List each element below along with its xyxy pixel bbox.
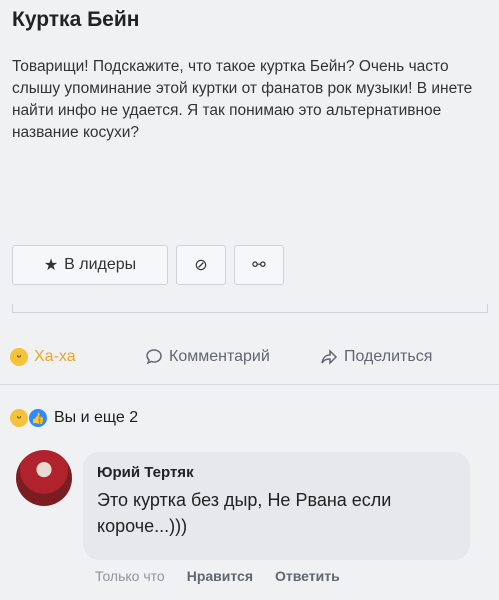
like-emoji-icon: 👍 [28, 408, 48, 428]
separator [0, 384, 499, 385]
reactions-bar: ᵕ Ха-ха Комментарий Поделиться [0, 340, 499, 374]
post-title: Куртка Бейн [12, 8, 140, 31]
star-icon: ★ [43, 257, 59, 274]
reply-button[interactable]: Ответить [275, 568, 340, 584]
comment-label: Комментарий [169, 348, 270, 365]
share-button[interactable]: Поделиться [320, 348, 432, 366]
comment-actions: Только что Нравится Ответить [95, 568, 340, 584]
comment-author[interactable]: Юрий Тертяк [97, 464, 456, 481]
comment-icon [146, 349, 162, 365]
leaders-label: В лидеры [64, 256, 137, 273]
post-actions: ★ В лидеры ⊘ ⚯ [12, 245, 284, 285]
block-button[interactable]: ⊘ [176, 245, 226, 285]
block-icon: ⊘ [194, 257, 208, 274]
reaction-summary-text: Вы и еще 2 [54, 409, 139, 426]
reaction-summary[interactable]: ᵕ 👍 Вы и еще 2 [10, 408, 138, 428]
comment-button[interactable]: Комментарий [145, 348, 270, 366]
comment-bubble: Юрий Тертяк Это куртка без дыр, Не Рвана… [83, 452, 470, 560]
comment-time: Только что [95, 568, 165, 584]
share-icon: ⚯ [252, 257, 266, 274]
avatar[interactable] [16, 450, 72, 506]
haha-emoji-icon: ᵕ [10, 409, 28, 427]
post-body: Товарищи! Подскажите, что такое куртка Б… [12, 58, 473, 141]
comment-text: Это куртка без дыр, Не Рвана если короче… [97, 490, 392, 536]
leaders-button[interactable]: ★ В лидеры [12, 245, 168, 285]
share-post-button[interactable]: ⚯ [234, 245, 284, 285]
haha-button[interactable]: ᵕ Ха-ха [10, 348, 76, 366]
haha-label: Ха-ха [34, 348, 76, 365]
like-comment-button[interactable]: Нравится [187, 568, 253, 584]
haha-icon: ᵕ [10, 348, 28, 366]
post-footer-divider [12, 304, 488, 313]
share-arrow-icon [321, 349, 338, 365]
share-label: Поделиться [344, 348, 433, 365]
